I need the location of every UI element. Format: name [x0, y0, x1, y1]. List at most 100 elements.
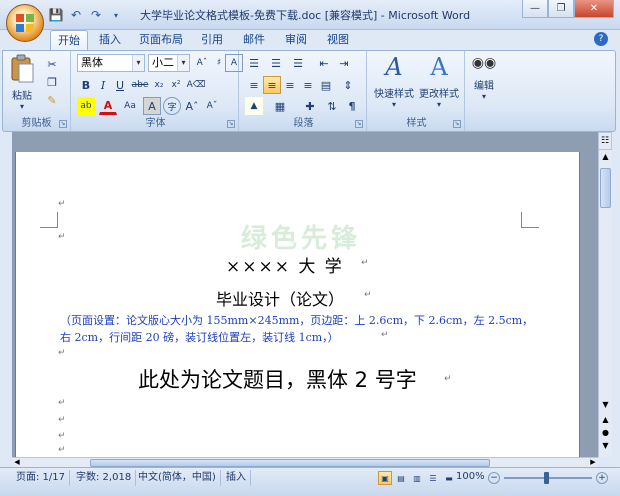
strikethrough-icon[interactable]: abe	[131, 76, 149, 94]
next-page-icon[interactable]: ▼	[599, 441, 612, 453]
vertical-scrollbar[interactable]: ▲ ▼ ▲ ● ▼	[598, 150, 612, 457]
chinese-layout-icon[interactable]: ✚	[301, 97, 319, 115]
clear-formatting-icon[interactable]: A⌫	[187, 76, 206, 94]
font-color-icon[interactable]: A	[99, 97, 117, 115]
full-screen-reading-icon[interactable]: ▤	[394, 471, 408, 485]
justify-icon[interactable]: ≡	[299, 76, 317, 94]
page-count[interactable]: 页面: 1/17	[12, 470, 71, 486]
undo-icon[interactable]: ↶	[68, 7, 84, 23]
scroll-left-icon[interactable]: ◀	[12, 458, 22, 467]
line-spacing-icon[interactable]: ⇕	[339, 76, 357, 94]
tab-page-layout[interactable]: 页面布局	[134, 30, 188, 50]
paragraph-launcher-icon[interactable]: ↘	[355, 120, 363, 128]
font-name-dropdown-icon[interactable]: ▾	[132, 55, 144, 71]
highlight-icon[interactable]: ab	[77, 97, 95, 115]
italic-icon[interactable]: I	[94, 76, 112, 94]
numbering-icon[interactable]: ☰	[267, 54, 285, 72]
zoom-slider-thumb[interactable]	[544, 472, 549, 484]
sort-icon[interactable]: ⇅	[323, 97, 341, 115]
borders-icon[interactable]: ▦	[271, 97, 289, 115]
decrease-indent-icon[interactable]: ⇤	[315, 54, 333, 72]
superscript-icon[interactable]: x²	[167, 76, 185, 94]
customize-qat-icon[interactable]: ▾	[108, 7, 124, 23]
grow-text-icon[interactable]: Aˆ	[183, 97, 201, 115]
font-name-combo[interactable]: 黑体 ▾	[77, 54, 145, 72]
outline-view-icon[interactable]: ☰	[426, 471, 440, 485]
tab-view[interactable]: 视图	[320, 30, 356, 50]
word-count[interactable]: 字数: 2,018	[72, 470, 137, 486]
grow-font-icon[interactable]: Aˆ	[193, 54, 211, 72]
font-size-dropdown-icon[interactable]: ▾	[177, 55, 189, 71]
tab-references[interactable]: 引用	[194, 30, 230, 50]
distribute-icon[interactable]: ▤	[317, 76, 335, 94]
align-center-icon[interactable]: ≡	[263, 76, 281, 94]
close-button[interactable]: ✕	[574, 0, 614, 18]
shrink-text-icon[interactable]: Aˇ	[203, 97, 221, 115]
shading-icon[interactable]: ▲	[245, 97, 263, 115]
document-page[interactable]: ↵ ↵ 绿色先锋 ×××× 大 学 ↵ 毕业设计（论文） ↵ （页面设置：论文版…	[15, 152, 580, 457]
view-buttons: ▣ ▤ ▥ ☰ ▬	[378, 471, 456, 485]
paste-dropdown-icon[interactable]: ▾	[7, 102, 37, 111]
horizontal-scroll-thumb[interactable]	[90, 459, 490, 467]
underline-icon[interactable]: U	[111, 76, 129, 94]
tab-insert[interactable]: 插入	[92, 30, 128, 50]
previous-page-icon[interactable]: ▲	[599, 415, 612, 427]
bold-icon[interactable]: B	[77, 76, 95, 94]
editing-button[interactable]: ◉◉ 编辑 ▾	[469, 55, 499, 101]
redo-icon[interactable]: ↷	[88, 7, 104, 23]
styles-launcher-icon[interactable]: ↘	[453, 120, 461, 128]
draft-view-icon[interactable]: ▬	[442, 471, 456, 485]
tab-review[interactable]: 审阅	[278, 30, 314, 50]
format-painter-icon[interactable]: ✎	[43, 91, 61, 109]
clipboard-launcher-icon[interactable]: ↘	[59, 120, 67, 128]
page-setup-note-line1: （页面设置：论文版心大小为 155mm×245mm，页边距：上 2.6cm，下 …	[60, 314, 534, 327]
align-left-icon[interactable]: ≡	[245, 76, 263, 94]
enclose-char-icon[interactable]: 字	[163, 97, 181, 115]
save-icon[interactable]: 💾	[48, 7, 64, 23]
quick-styles-icon: A	[385, 53, 403, 81]
font-size-combo[interactable]: 小二 ▾	[148, 54, 190, 72]
change-styles-dropdown-icon: ▾	[436, 100, 441, 109]
select-browse-object-icon[interactable]: ●	[599, 428, 612, 440]
ruler-toggle-icon[interactable]: ☷	[598, 132, 612, 150]
window-title: 大学毕业论文格式模板-免费下载.doc [兼容模式] - Microsoft W…	[140, 9, 471, 22]
language-status[interactable]: 中文(简体，中国)	[134, 470, 221, 486]
insert-mode[interactable]: 插入	[222, 470, 251, 486]
scroll-down-icon[interactable]: ▼	[599, 400, 612, 412]
zoom-level[interactable]: 100%	[456, 471, 485, 482]
shrink-font-icon[interactable]: Aa	[121, 97, 139, 115]
change-styles-label: 更改样式	[419, 89, 459, 100]
web-layout-icon[interactable]: ▥	[410, 471, 424, 485]
copy-icon[interactable]: ❐	[43, 73, 61, 91]
char-shading-icon[interactable]: A	[143, 97, 161, 115]
bullets-icon[interactable]: ☰	[245, 54, 263, 72]
font-group: 黑体 ▾ 小二 ▾ Aˆ ♯ A B I U abe x₂ x² A⌫ ab A…	[73, 51, 243, 131]
show-marks-icon[interactable]: ¶	[343, 97, 361, 115]
change-styles-button[interactable]: A 更改样式 ▾	[417, 53, 461, 109]
scroll-up-icon[interactable]: ▲	[599, 150, 612, 164]
minimize-button[interactable]: —	[522, 0, 548, 18]
zoom-out-icon[interactable]: −	[488, 472, 500, 484]
tab-home[interactable]: 开始	[50, 30, 88, 50]
scroll-right-icon[interactable]: ▶	[588, 458, 598, 467]
change-styles-icon: A	[430, 53, 448, 81]
multilevel-list-icon[interactable]: ☰	[289, 54, 307, 72]
subscript-icon[interactable]: x₂	[150, 76, 168, 94]
paragraph-mark: ↵	[381, 330, 389, 340]
office-button[interactable]	[6, 4, 44, 42]
restore-button[interactable]: ❐	[548, 0, 574, 18]
paste-button[interactable]: 粘贴 ▾	[7, 54, 37, 111]
zoom-in-icon[interactable]: +	[596, 472, 608, 484]
cut-icon[interactable]: ✂	[43, 55, 61, 73]
print-layout-view-icon[interactable]: ▣	[378, 471, 392, 485]
vertical-scroll-thumb[interactable]	[600, 168, 611, 208]
paragraph-mark: ↵	[58, 415, 66, 425]
align-right-icon[interactable]: ≡	[281, 76, 299, 94]
thesis-title: 此处为论文题目，黑体 2 号字	[138, 368, 417, 392]
horizontal-scrollbar[interactable]: ◀ ▶	[12, 457, 598, 467]
help-icon[interactable]: ?	[594, 32, 608, 46]
font-launcher-icon[interactable]: ↘	[227, 120, 235, 128]
increase-indent-icon[interactable]: ⇥	[335, 54, 353, 72]
quick-styles-button[interactable]: A 快速样式 ▾	[373, 53, 415, 109]
tab-mailings[interactable]: 邮件	[236, 30, 272, 50]
